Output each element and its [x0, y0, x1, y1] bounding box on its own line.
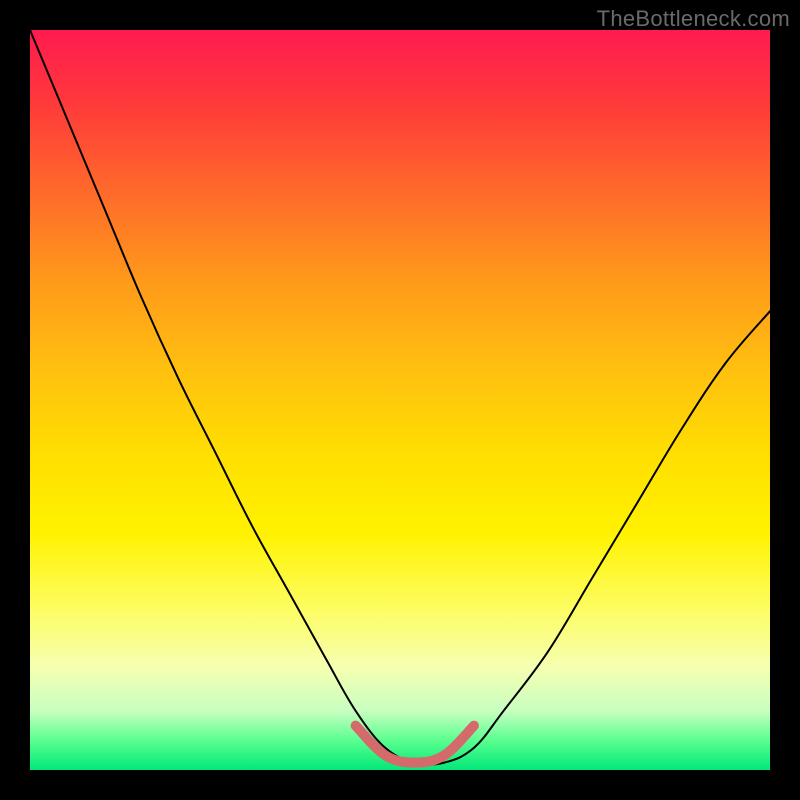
plot-area	[30, 30, 770, 770]
optimal-range-highlight	[356, 726, 474, 763]
watermark-text: TheBottleneck.com	[597, 6, 790, 32]
chart-container: TheBottleneck.com	[0, 0, 800, 800]
bottleneck-curve	[30, 30, 770, 765]
chart-svg	[30, 30, 770, 770]
curve-layer	[30, 30, 770, 765]
